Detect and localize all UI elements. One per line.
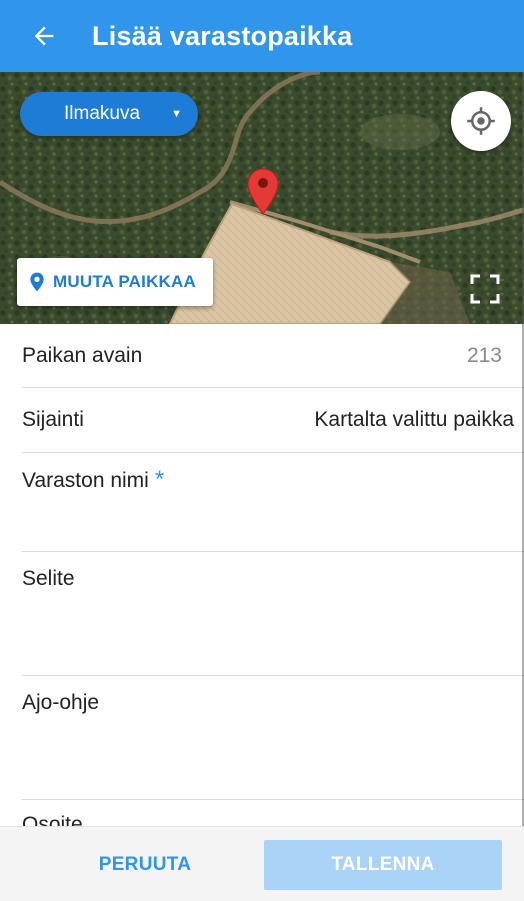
dropdown-caret-icon: ▼ — [171, 108, 182, 120]
move-location-button[interactable]: MUUTA PAIKKAA — [17, 258, 213, 306]
map-layer-value: Ilmakuva — [64, 103, 141, 124]
storage-name-field[interactable]: Varaston nimi * — [22, 454, 524, 550]
action-footer: PERUUTA TALLENNA — [0, 826, 524, 901]
cancel-button[interactable]: PERUUTA — [84, 843, 206, 887]
app-bar: Lisää varastopaikka — [0, 0, 524, 72]
place-key-label: Paikan avain — [22, 344, 143, 367]
crosshair-icon — [467, 107, 495, 135]
storage-name-label: Varaston nimi * — [22, 466, 165, 493]
locate-me-button[interactable] — [451, 91, 511, 151]
move-location-label: MUUTA PAIKKAA — [53, 272, 196, 291]
storage-form: Paikan avain 213 Sijainti Kartalta valit… — [0, 324, 524, 826]
divider — [22, 675, 524, 676]
arrow-left-icon — [34, 26, 54, 46]
map-marker-icon[interactable] — [246, 168, 280, 216]
divider — [22, 387, 524, 388]
driving-directions-field[interactable]: Ajo-ohje — [22, 677, 524, 799]
location-value: Kartalta valittu paikka — [314, 408, 514, 431]
location-label: Sijainti — [22, 408, 84, 431]
location-pin-icon — [30, 272, 44, 292]
description-label: Selite — [22, 567, 75, 590]
address-label: Osoite — [22, 813, 83, 826]
description-field[interactable]: Selite — [22, 553, 524, 675]
address-field[interactable]: Osoite — [22, 801, 524, 826]
required-asterisk: * — [154, 466, 165, 493]
location-row: Sijainti Kartalta valittu paikka — [22, 408, 514, 438]
map-view[interactable]: Ilmakuva ▼ MUUTA PAIKKAA — [0, 72, 524, 324]
fullscreen-icon[interactable] — [466, 270, 504, 308]
place-key-value: 213 — [466, 344, 502, 367]
back-button[interactable] — [26, 18, 62, 54]
save-button[interactable]: TALLENNA — [264, 840, 502, 890]
page-title: Lisää varastopaikka — [92, 20, 353, 51]
divider — [22, 452, 524, 453]
place-key-row: Paikan avain 213 — [22, 344, 514, 374]
driving-directions-label: Ajo-ohje — [22, 691, 100, 714]
divider — [22, 551, 524, 552]
divider — [22, 799, 524, 800]
map-layer-select[interactable]: Ilmakuva ▼ — [20, 92, 198, 136]
